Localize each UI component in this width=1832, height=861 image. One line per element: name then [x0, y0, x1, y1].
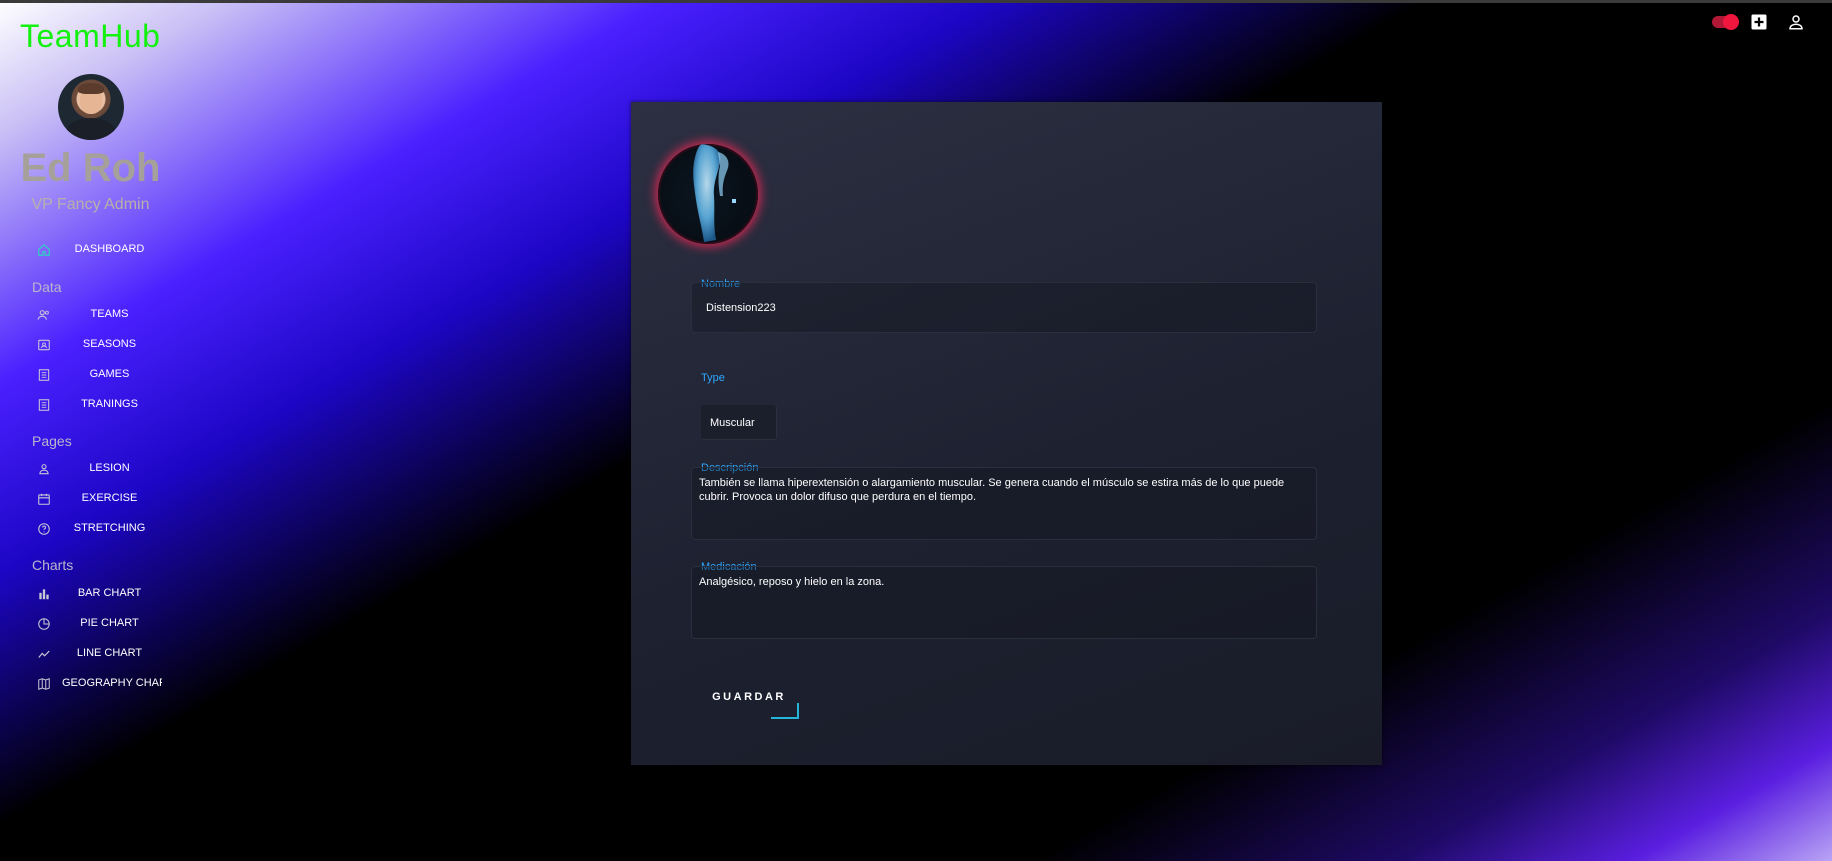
people-icon [36, 307, 52, 323]
add-box-icon[interactable] [1750, 13, 1768, 31]
pie-chart-icon [36, 616, 52, 632]
type-value: Muscular [710, 417, 755, 429]
sidebar-item-label: BAR CHART [77, 587, 142, 599]
person-icon [36, 461, 52, 477]
descripcion-textarea[interactable]: También se llama hiperextensión o alarga… [691, 467, 1317, 540]
sidebar-item-dashboard[interactable]: DASHBOARD [0, 237, 181, 263]
contacts-icon [36, 337, 52, 353]
type-select[interactable]: Muscular [701, 405, 777, 440]
sidebar-item-tranings[interactable]: TRANINGS [0, 392, 181, 418]
type-label: Type [701, 372, 725, 384]
sidebar-item-exercise[interactable]: EXERCISE [0, 486, 181, 512]
sidebar-item-label: DASHBOARD [74, 243, 145, 255]
sidebar-item-label: SEASONS [82, 338, 137, 350]
top-border [0, 0, 1832, 3]
receipt-icon [36, 397, 52, 413]
map-icon [36, 676, 52, 692]
medicacion-textarea[interactable]: Analgésico, reposo y hielo en la zona. [691, 566, 1317, 639]
sidebar-item-label: GAMES [89, 368, 130, 380]
sidebar-item-label: LINE CHART [76, 647, 143, 659]
user-name: Ed Roh [20, 146, 161, 190]
home-icon [36, 242, 52, 258]
sidebar-item-pie-chart[interactable]: PIE CHART [0, 611, 181, 637]
person-icon[interactable] [1787, 13, 1805, 31]
calendar-icon [36, 491, 52, 507]
save-button[interactable]: GUARDAR [704, 685, 799, 719]
button-corner-decoration [771, 703, 799, 719]
nombre-field[interactable]: Distension223 [691, 282, 1317, 333]
help-icon [36, 521, 52, 537]
nombre-value: Distension223 [706, 302, 776, 314]
theme-toggle[interactable] [1712, 14, 1739, 30]
sidebar-item-label: LESION [89, 462, 130, 474]
sidebar-item-line-chart[interactable]: LINE CHART [0, 641, 181, 667]
save-button-label: GUARDAR [712, 691, 786, 703]
brand-logo-text[interactable]: TeamHub [20, 18, 160, 55]
sidebar-item-games[interactable]: GAMES [0, 362, 181, 388]
receipt-icon [36, 367, 52, 383]
sidebar-item-teams[interactable]: TEAMS [0, 302, 181, 328]
section-title-pages: Pages [32, 433, 72, 449]
section-title-data: Data [32, 279, 62, 295]
sidebar-item-label: PIE CHART [80, 617, 139, 629]
medicacion-value: Analgésico, reposo y hielo en la zona. [699, 576, 885, 588]
lesion-form-card: Nombre Distension223 Type Muscular Descr… [631, 102, 1382, 765]
sidebar-item-label: TRANINGS [81, 398, 138, 410]
sidebar-item-label: GEOGRAPHY CHART [62, 677, 162, 689]
bar-chart-icon [36, 586, 52, 602]
user-role: VP Fancy Admin [31, 196, 150, 213]
sidebar-item-label: TEAMS [90, 308, 129, 320]
sidebar-item-label: STRETCHING [73, 522, 146, 534]
sidebar-item-stretching[interactable]: STRETCHING [0, 516, 181, 542]
sidebar-item-seasons[interactable]: SEASONS [0, 332, 181, 358]
descripcion-value: También se llama hiperextensión o alarga… [699, 477, 1285, 503]
sidebar-item-bar-chart[interactable]: BAR CHART [0, 581, 181, 607]
section-title-charts: Charts [32, 557, 74, 573]
avatar [58, 74, 124, 140]
sidebar-item-label: EXERCISE [81, 492, 138, 504]
sidebar-item-geography-chart[interactable]: GEOGRAPHY CHART [0, 671, 181, 697]
timeline-icon [36, 646, 52, 662]
xray-leg-image [658, 144, 758, 244]
sidebar-item-lesion[interactable]: LESION [0, 456, 181, 482]
